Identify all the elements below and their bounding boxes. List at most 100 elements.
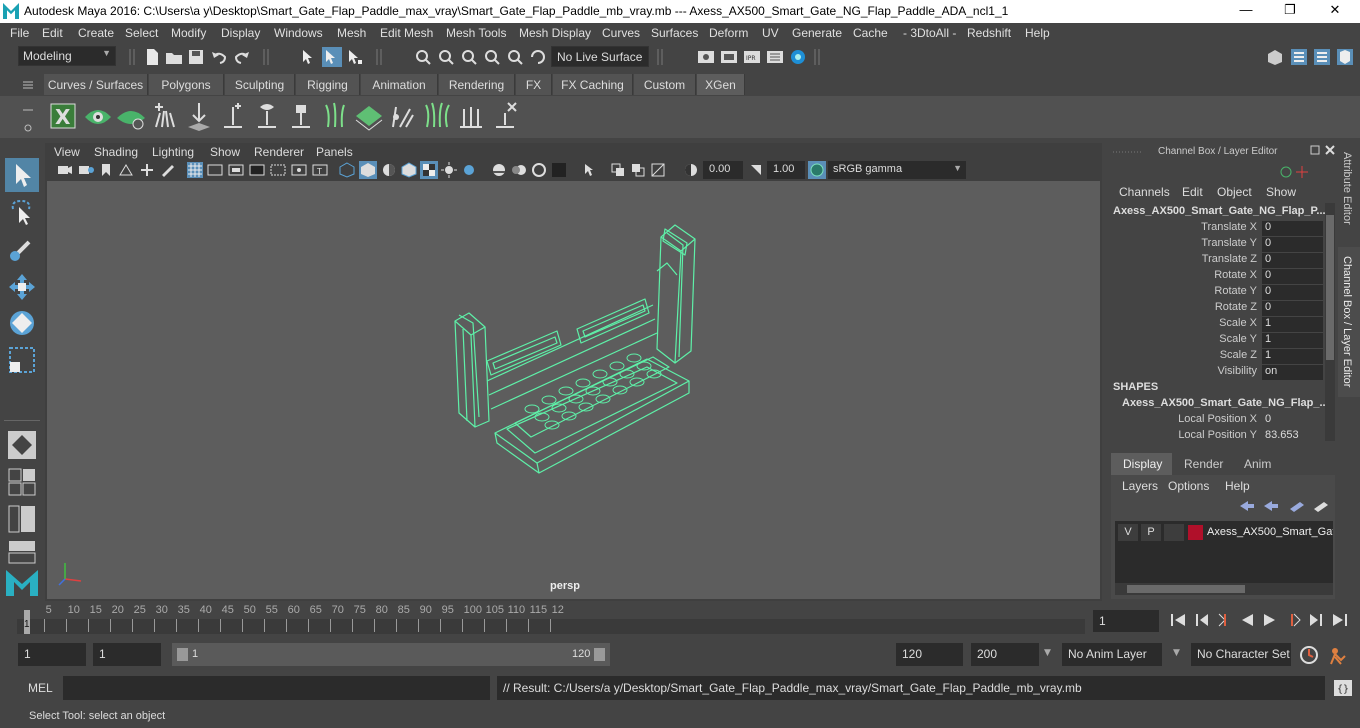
play-forwards-icon[interactable] — [1261, 612, 1279, 628]
shelf-tab-sculpting[interactable]: Sculpting — [225, 74, 295, 95]
new-layer-icon[interactable] — [1288, 499, 1306, 513]
xray-active-components-icon[interactable] — [630, 162, 646, 178]
undo-icon[interactable] — [210, 48, 228, 66]
attr-row-translate-y[interactable]: Translate Y0 — [1110, 237, 1323, 253]
menu-curves[interactable]: Curves — [602, 26, 640, 40]
menu-surfaces[interactable]: Surfaces — [651, 26, 698, 40]
live-surface-field[interactable]: No Live Surface — [551, 46, 649, 67]
xgen-guide-sculpt-icon[interactable] — [320, 101, 350, 131]
attr-row-local-position-y[interactable]: Local Position Y 83.653 — [1110, 429, 1323, 445]
panel-grip-icon[interactable] — [1112, 148, 1142, 156]
xray-joints-icon[interactable] — [650, 162, 666, 178]
maya-home-icon[interactable] — [4, 566, 40, 598]
resolution-gate-icon[interactable] — [228, 163, 244, 177]
close-button[interactable]: ✕ — [1320, 2, 1350, 20]
ipr-render-icon[interactable]: IPR — [743, 48, 761, 66]
persp-graph-layout-icon[interactable] — [7, 539, 37, 565]
animation-start-field[interactable]: 1 — [18, 643, 86, 666]
viewport-menu-lighting[interactable]: Lighting — [152, 145, 194, 159]
xgen-window-icon[interactable]: X — [50, 103, 76, 129]
options-menu[interactable]: Options — [1168, 479, 1209, 493]
menu-select[interactable]: Select — [125, 26, 158, 40]
mode-selector[interactable]: Modeling ▼ — [18, 46, 116, 66]
xgen-add-guide-icon[interactable] — [218, 101, 248, 131]
motion-blur-icon[interactable] — [511, 162, 527, 178]
textured-icon[interactable] — [420, 161, 438, 179]
range-slider-bar[interactable]: 1 120 — [172, 643, 610, 666]
menu-redshift[interactable]: Redshift — [967, 26, 1011, 40]
snap-to-point-icon[interactable] — [460, 48, 478, 66]
show-menu[interactable]: Show — [1266, 185, 1296, 199]
playback-end-field[interactable]: 120 — [896, 643, 963, 666]
attribute-editor-toggle-icon[interactable] — [1290, 48, 1308, 66]
snap-to-view-plane-icon[interactable] — [483, 48, 501, 66]
shape-node-name[interactable]: Axess_AX500_Smart_Gate_NG_Flap_... — [1122, 397, 1329, 409]
viewport-menu-shading[interactable]: Shading — [94, 145, 138, 159]
make-live-icon[interactable] — [506, 48, 524, 66]
2d-pan-zoom-icon[interactable] — [139, 163, 155, 177]
attr-row-local-position-x[interactable]: Local Position X0 — [1110, 413, 1323, 429]
character-set-dropdown[interactable]: No Character Set — [1191, 643, 1291, 666]
xgen-create-description-icon[interactable] — [150, 101, 180, 131]
select-by-hierarchy-icon[interactable] — [300, 48, 318, 66]
shelf-tab-fx-caching[interactable]: FX Caching — [553, 74, 633, 95]
chevron-down-icon[interactable]: ▼ — [1044, 648, 1051, 658]
lasso-tool-icon[interactable] — [7, 197, 37, 227]
layer-tab-anim[interactable]: Anim — [1232, 453, 1282, 475]
film-gate-icon[interactable] — [207, 163, 223, 177]
layer-visibility-toggle[interactable]: V — [1118, 524, 1138, 541]
persp-outliner-layout-icon[interactable] — [7, 504, 37, 534]
xgen-guide-visibility-icon[interactable] — [252, 101, 282, 131]
snap-to-curve-icon[interactable] — [437, 48, 455, 66]
script-editor-icon[interactable]: {} — [1333, 679, 1353, 697]
menu-edit[interactable]: Edit — [42, 26, 63, 40]
viewport-canvas[interactable]: persp — [47, 181, 1100, 599]
command-language-label[interactable]: MEL — [28, 681, 53, 695]
paint-select-tool-icon[interactable] — [7, 234, 37, 264]
xray-icon[interactable] — [610, 162, 626, 178]
xgen-delete-guide-icon[interactable] — [490, 101, 520, 131]
layer-playback-toggle[interactable]: P — [1141, 524, 1161, 541]
move-layer-up-icon[interactable] — [1238, 499, 1256, 513]
xgen-groom-icon[interactable] — [388, 101, 418, 131]
viewport-menu-panels[interactable]: Panels — [316, 145, 353, 159]
float-panel-icon[interactable] — [1310, 145, 1320, 155]
manipulator-icons[interactable] — [1276, 162, 1316, 182]
playback-start-field[interactable]: 1 — [93, 643, 161, 666]
menu-display[interactable]: Display — [221, 26, 260, 40]
grease-pencil-icon[interactable] — [160, 163, 176, 177]
color-space-dropdown[interactable]: sRGB gamma ▼ — [828, 161, 966, 179]
shelf-tab-rendering[interactable]: Rendering — [439, 74, 515, 95]
xgen-place-guide-icon[interactable] — [184, 101, 214, 131]
attr-row-translate-z[interactable]: Translate Z0 — [1110, 253, 1323, 269]
hypershade-icon[interactable] — [789, 48, 807, 66]
camera-attributes-icon[interactable] — [78, 163, 94, 177]
layer-name[interactable]: Axess_AX500_Smart_Gate — [1207, 526, 1333, 538]
new-scene-icon[interactable] — [143, 48, 161, 66]
layer-color-swatch[interactable] — [1188, 525, 1203, 540]
xgen-lock-guide-icon[interactable] — [286, 101, 316, 131]
gate-mask-icon[interactable] — [249, 163, 265, 177]
time-slider-track[interactable] — [17, 619, 1085, 634]
attr-row-visibility[interactable]: Visibility on — [1110, 365, 1323, 381]
menu-3dtoall[interactable]: - 3DtoAll - — [903, 26, 956, 40]
selected-object-name[interactable]: Axess_AX500_Smart_Gate_NG_Flap_P... — [1113, 205, 1326, 217]
step-back-key-icon[interactable] — [1215, 612, 1233, 628]
xgen-preview-icon[interactable] — [84, 105, 112, 131]
maximize-button[interactable]: ❐ — [1275, 2, 1305, 20]
snap-to-grid-icon[interactable] — [414, 48, 432, 66]
depth-of-field-icon[interactable] — [551, 162, 567, 178]
gamma-icon[interactable] — [748, 162, 764, 178]
shelf-tab-custom[interactable]: Custom — [634, 74, 696, 95]
snap-rotate-icon[interactable] — [529, 48, 547, 66]
channel-box-side-tab[interactable]: Channel Box / Layer Editor — [1341, 256, 1353, 387]
safe-title-icon[interactable]: T — [312, 163, 328, 177]
move-tool-icon[interactable] — [7, 272, 37, 302]
render-settings-icon[interactable] — [766, 48, 784, 66]
move-layer-down-icon[interactable] — [1262, 499, 1280, 513]
shelf-tab-rigging[interactable]: Rigging — [296, 74, 360, 95]
channels-menu[interactable]: Channels — [1119, 185, 1170, 199]
attr-row-rotate-z[interactable]: Rotate Z0 — [1110, 301, 1323, 317]
isolate-select-icon[interactable] — [581, 162, 597, 178]
xgen-clear-preview-icon[interactable] — [116, 104, 146, 130]
